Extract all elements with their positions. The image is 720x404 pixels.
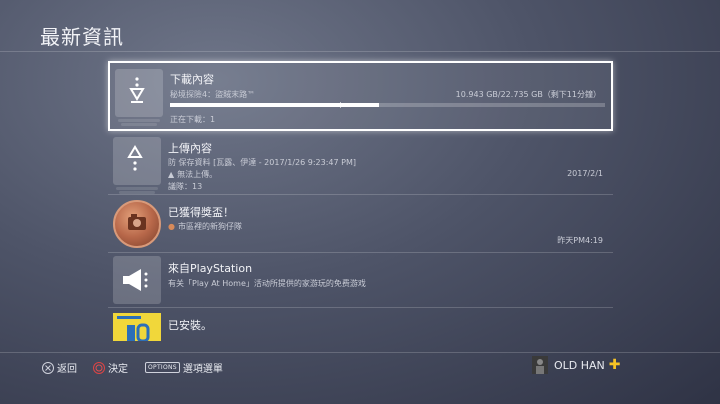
game-thumbnail	[113, 313, 161, 341]
item-title: 來自PlayStation	[168, 262, 253, 275]
upload-icon	[113, 137, 161, 194]
upload-status: 議隊：13	[168, 182, 203, 191]
download-icon	[115, 69, 163, 126]
plus-icon: ✚	[608, 357, 621, 373]
back-hint[interactable]: 返回	[42, 360, 77, 375]
trophy-small-icon: ●	[168, 222, 175, 231]
trophy-item[interactable]: 已獲得獎盃！ ● 市區裡的新狗仔隊 昨天PM4:19	[108, 195, 613, 253]
trophy-icon	[113, 200, 161, 248]
download-status: 正在下載：1	[170, 115, 216, 124]
download-progress-fill	[170, 103, 379, 107]
installed-item[interactable]: 已安裝。	[108, 308, 613, 348]
item-title: 已獲得獎盃！	[168, 206, 234, 219]
upload-item[interactable]: 上傳內容 防 保存資料 [瓦露、伊達 - 2017/1/26 9:23:47 P…	[108, 131, 613, 195]
progress-marker	[340, 102, 341, 108]
avatar	[532, 356, 548, 374]
header: 最新資訊	[0, 0, 720, 52]
upload-warning: ▲ 無法上傳。	[168, 169, 217, 180]
upload-date: 2017/2/1	[567, 169, 603, 178]
confirm-hint[interactable]: 決定	[93, 360, 128, 375]
circle-button-icon	[93, 361, 105, 374]
user-info[interactable]: OLD HAN ✚	[532, 356, 621, 374]
options-button-icon: OPTIONS	[145, 362, 180, 373]
notification-list: 下載內容 秘境探險4：盜賊末路™ 10.943 GB/22.735 GB（剩下1…	[108, 61, 613, 348]
warning-text: 無法上傳。	[177, 170, 218, 179]
trophy-detail: ● 市區裡的新狗仔隊	[168, 221, 242, 232]
upload-subtitle: 防 保存資料 [瓦露、伊達 - 2017/1/26 9:23:47 PM]	[168, 158, 356, 167]
page-title: 最新資訊	[40, 25, 124, 49]
game-name: 秘境探險4：盜賊末路™	[170, 90, 256, 99]
download-progress-bar	[170, 102, 605, 108]
cross-button-icon	[42, 361, 54, 374]
item-title: 下載內容	[170, 73, 214, 86]
download-size: 10.943 GB/22.735 GB（剩下11分鐘）	[455, 90, 601, 99]
footer: 返回 決定 OPTIONS 選項選單 OLD HAN ✚	[0, 352, 720, 404]
options-hint[interactable]: OPTIONS 選項選單	[145, 360, 223, 375]
item-title: 上傳內容	[168, 142, 212, 155]
confirm-label: 決定	[108, 364, 128, 375]
item-title: 已安裝。	[168, 319, 212, 332]
username: OLD HAN	[554, 358, 605, 372]
playstation-news-item[interactable]: 來自PlayStation 有关「Play At Home」活动所提供的家游玩的…	[108, 253, 613, 308]
trophy-date: 昨天PM4:19	[557, 236, 603, 245]
trophy-name: 市區裡的新狗仔隊	[177, 222, 242, 231]
news-subtitle: 有关「Play At Home」活动所提供的家游玩的免费游戏	[168, 279, 366, 288]
download-item[interactable]: 下載內容 秘境探險4：盜賊末路™ 10.943 GB/22.735 GB（剩下1…	[108, 61, 613, 131]
back-label: 返回	[57, 364, 77, 375]
megaphone-icon	[113, 256, 161, 304]
options-label: 選項選單	[182, 364, 223, 375]
warning-icon: ▲	[168, 170, 175, 179]
